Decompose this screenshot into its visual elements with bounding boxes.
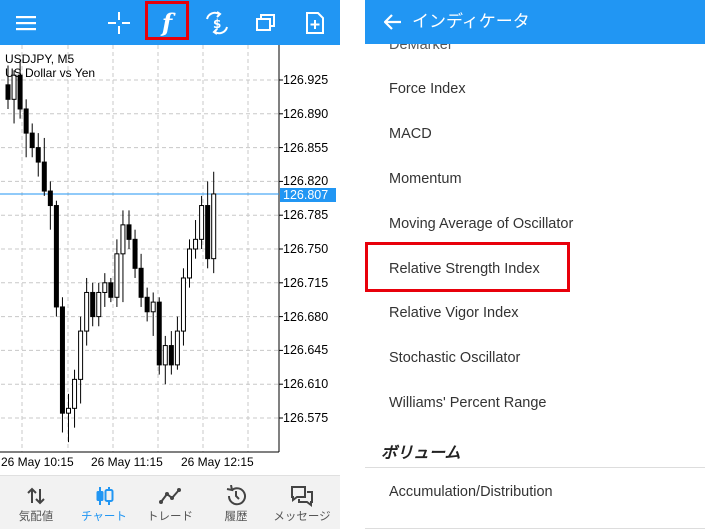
nav-quotes[interactable]: 気配値 — [2, 476, 70, 529]
indicator-item-moving-average-of-oscillator[interactable]: Moving Average of Oscillator — [389, 217, 573, 232]
y-tick-label: 126.645 — [283, 343, 329, 358]
nav-trade[interactable]: トレード — [136, 476, 204, 529]
candle-body — [168, 345, 174, 366]
candle-body — [205, 205, 211, 260]
candle-body — [90, 291, 96, 318]
indicator-header: インディケータ — [365, 0, 705, 44]
menu-icon[interactable] — [4, 0, 48, 45]
add-document-icon[interactable] — [293, 0, 337, 45]
candles-icon — [94, 484, 114, 508]
y-tick-label: 126.785 — [283, 208, 329, 223]
candle-body — [78, 330, 84, 380]
y-tick-label: 126.820 — [283, 174, 329, 189]
indicator-item-accumulation-distribution[interactable]: Accumulation/Distribution — [389, 485, 553, 500]
history-icon — [225, 484, 247, 508]
candle-body — [187, 248, 192, 279]
section-divider — [365, 467, 705, 468]
nav-messages[interactable]: メッセージ — [268, 476, 336, 529]
candle-body — [17, 74, 23, 110]
candle-body — [59, 306, 65, 414]
back-arrow-icon[interactable] — [379, 8, 407, 36]
bottom-navigation: 気配値 チャート トレード 履歴 メッセージ — [0, 475, 340, 529]
candle-body — [156, 301, 162, 366]
candle-body — [150, 301, 156, 313]
indicator-button-highlight — [145, 1, 189, 40]
candle-body — [174, 330, 180, 366]
candle-body — [29, 132, 35, 149]
chart-subtitle: US Dollar vs Yen — [5, 66, 96, 80]
candle-body — [180, 277, 186, 332]
section-title-volume: ボリューム — [381, 443, 461, 462]
trend-line-icon — [159, 484, 181, 508]
candle-body — [5, 84, 11, 100]
chart-toolbar: f $ — [0, 0, 340, 45]
nav-label: 気配値 — [18, 508, 54, 523]
y-tick-label: 126.925 — [283, 73, 329, 87]
indicator-item-relative-vigor-index[interactable]: Relative Vigor Index — [389, 306, 519, 321]
nav-label: 履歴 — [224, 508, 248, 523]
page-title: インディケータ — [412, 12, 530, 32]
candle-body — [199, 205, 205, 240]
candle-body — [138, 267, 144, 298]
indicator-item-macd[interactable]: MACD — [389, 127, 432, 142]
candle-body — [108, 282, 114, 298]
crosshair-icon[interactable] — [97, 0, 141, 45]
nav-label: トレード — [147, 508, 193, 523]
candle-body — [193, 238, 199, 250]
y-tick-label: 126.610 — [283, 377, 329, 392]
y-tick-label: 126.575 — [283, 411, 329, 425]
candle-body — [84, 291, 90, 332]
candle-body — [102, 282, 108, 293]
chart-screen: f $ USDJPY, M5 US Dollar vs Yen 126.925 1… — [0, 0, 340, 529]
rsi-highlight-box — [365, 242, 570, 292]
candle-body — [47, 190, 53, 207]
y-tick-label: 126.680 — [283, 309, 329, 324]
nav-label: チャート — [81, 508, 127, 523]
candle-body — [53, 205, 59, 308]
candle-body — [162, 345, 168, 366]
window-icon[interactable] — [244, 0, 288, 45]
candle-body — [120, 224, 126, 255]
candle-body — [23, 108, 29, 134]
candle-body — [66, 407, 71, 414]
candle-body — [35, 147, 41, 163]
nav-label: メッセージ — [273, 508, 331, 523]
indicator-item-momentum[interactable]: Momentum — [389, 172, 462, 187]
y-tick-label: 126.890 — [283, 106, 329, 121]
nav-chart[interactable]: チャート — [70, 476, 138, 529]
candle-body — [126, 224, 132, 240]
y-tick-label: 126.855 — [283, 140, 329, 155]
current-price-tag: 126.807 — [280, 188, 336, 202]
chart-symbol: USDJPY, M5 — [5, 52, 75, 66]
x-tick-label: 26 May 11:15 — [91, 455, 163, 469]
trade-dollar-icon[interactable]: $ — [195, 0, 239, 45]
indicator-item-williams-percent-range[interactable]: Williams' Percent Range — [389, 396, 547, 411]
x-tick-label: 26 May 12:15 — [181, 455, 254, 469]
y-tick-label: 126.750 — [283, 242, 329, 256]
candle-body — [211, 193, 217, 260]
indicator-screen: DeMarker インディケータ Force Index MACD Moment… — [365, 0, 705, 529]
candle-body — [41, 161, 47, 192]
y-tick-label: 126.715 — [283, 275, 329, 290]
candle-body — [96, 291, 102, 318]
candle-body — [114, 253, 120, 298]
price-chart[interactable]: USDJPY, M5 US Dollar vs Yen 126.925 126.8… — [0, 45, 340, 475]
nav-history[interactable]: 履歴 — [202, 476, 270, 529]
arrows-updown-icon — [26, 484, 46, 508]
chat-icon — [290, 484, 314, 508]
x-tick-label: 26 May 10:15 — [1, 455, 74, 469]
svg-text:$: $ — [213, 17, 221, 31]
indicator-item-force-index[interactable]: Force Index — [389, 82, 466, 97]
candle-body — [132, 238, 138, 269]
candle-body — [72, 378, 78, 409]
indicator-item-stochastic-oscillator[interactable]: Stochastic Oscillator — [389, 351, 520, 366]
candle-body — [144, 296, 150, 313]
